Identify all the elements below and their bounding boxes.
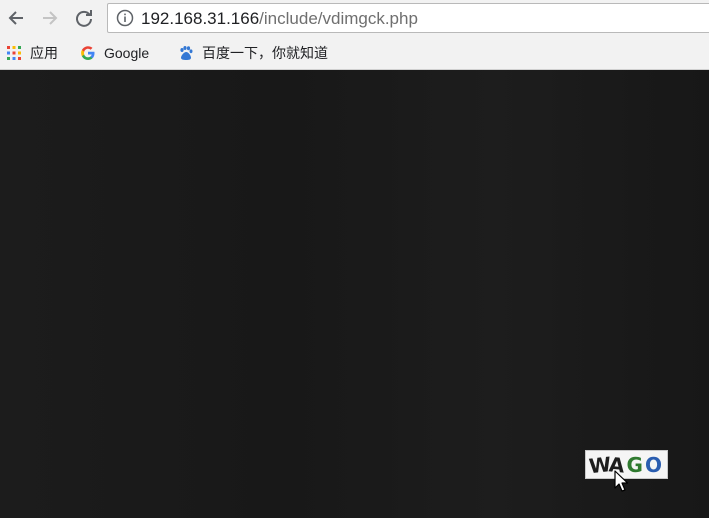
bookmarks-bar: 应用 Google 百度一下，你就知道 bbox=[0, 36, 709, 70]
back-arrow-icon bbox=[8, 11, 23, 25]
apps-grid-icon bbox=[7, 46, 21, 60]
mouse-cursor-icon bbox=[614, 470, 629, 492]
baidu-paw-icon bbox=[180, 46, 193, 60]
info-icon[interactable] bbox=[116, 9, 134, 27]
google-icon bbox=[81, 46, 95, 60]
browser-toolbar: 192.168.31.166/include/vdimgck.php bbox=[0, 0, 709, 36]
address-bar[interactable]: 192.168.31.166/include/vdimgck.php bbox=[107, 3, 709, 33]
reload-icon bbox=[76, 10, 92, 27]
url-text: 192.168.31.166/include/vdimgck.php bbox=[141, 9, 418, 29]
bookmark-baidu[interactable]: 百度一下，你就知道 bbox=[178, 43, 328, 63]
bookmark-label: Google bbox=[104, 45, 150, 61]
captcha-char: O bbox=[644, 452, 664, 477]
reload-button[interactable] bbox=[72, 6, 96, 30]
back-button[interactable] bbox=[4, 6, 28, 30]
bookmark-apps[interactable]: 应用 bbox=[6, 43, 58, 63]
bookmark-label: 百度一下，你就知道 bbox=[202, 45, 328, 61]
forward-arrow-icon bbox=[43, 11, 58, 25]
url-host: 192.168.31.166 bbox=[141, 9, 260, 28]
url-path: /include/vdimgck.php bbox=[259, 9, 418, 28]
bookmark-label: 应用 bbox=[30, 45, 58, 61]
bookmark-google[interactable]: Google bbox=[80, 43, 149, 63]
forward-button[interactable] bbox=[38, 6, 62, 30]
